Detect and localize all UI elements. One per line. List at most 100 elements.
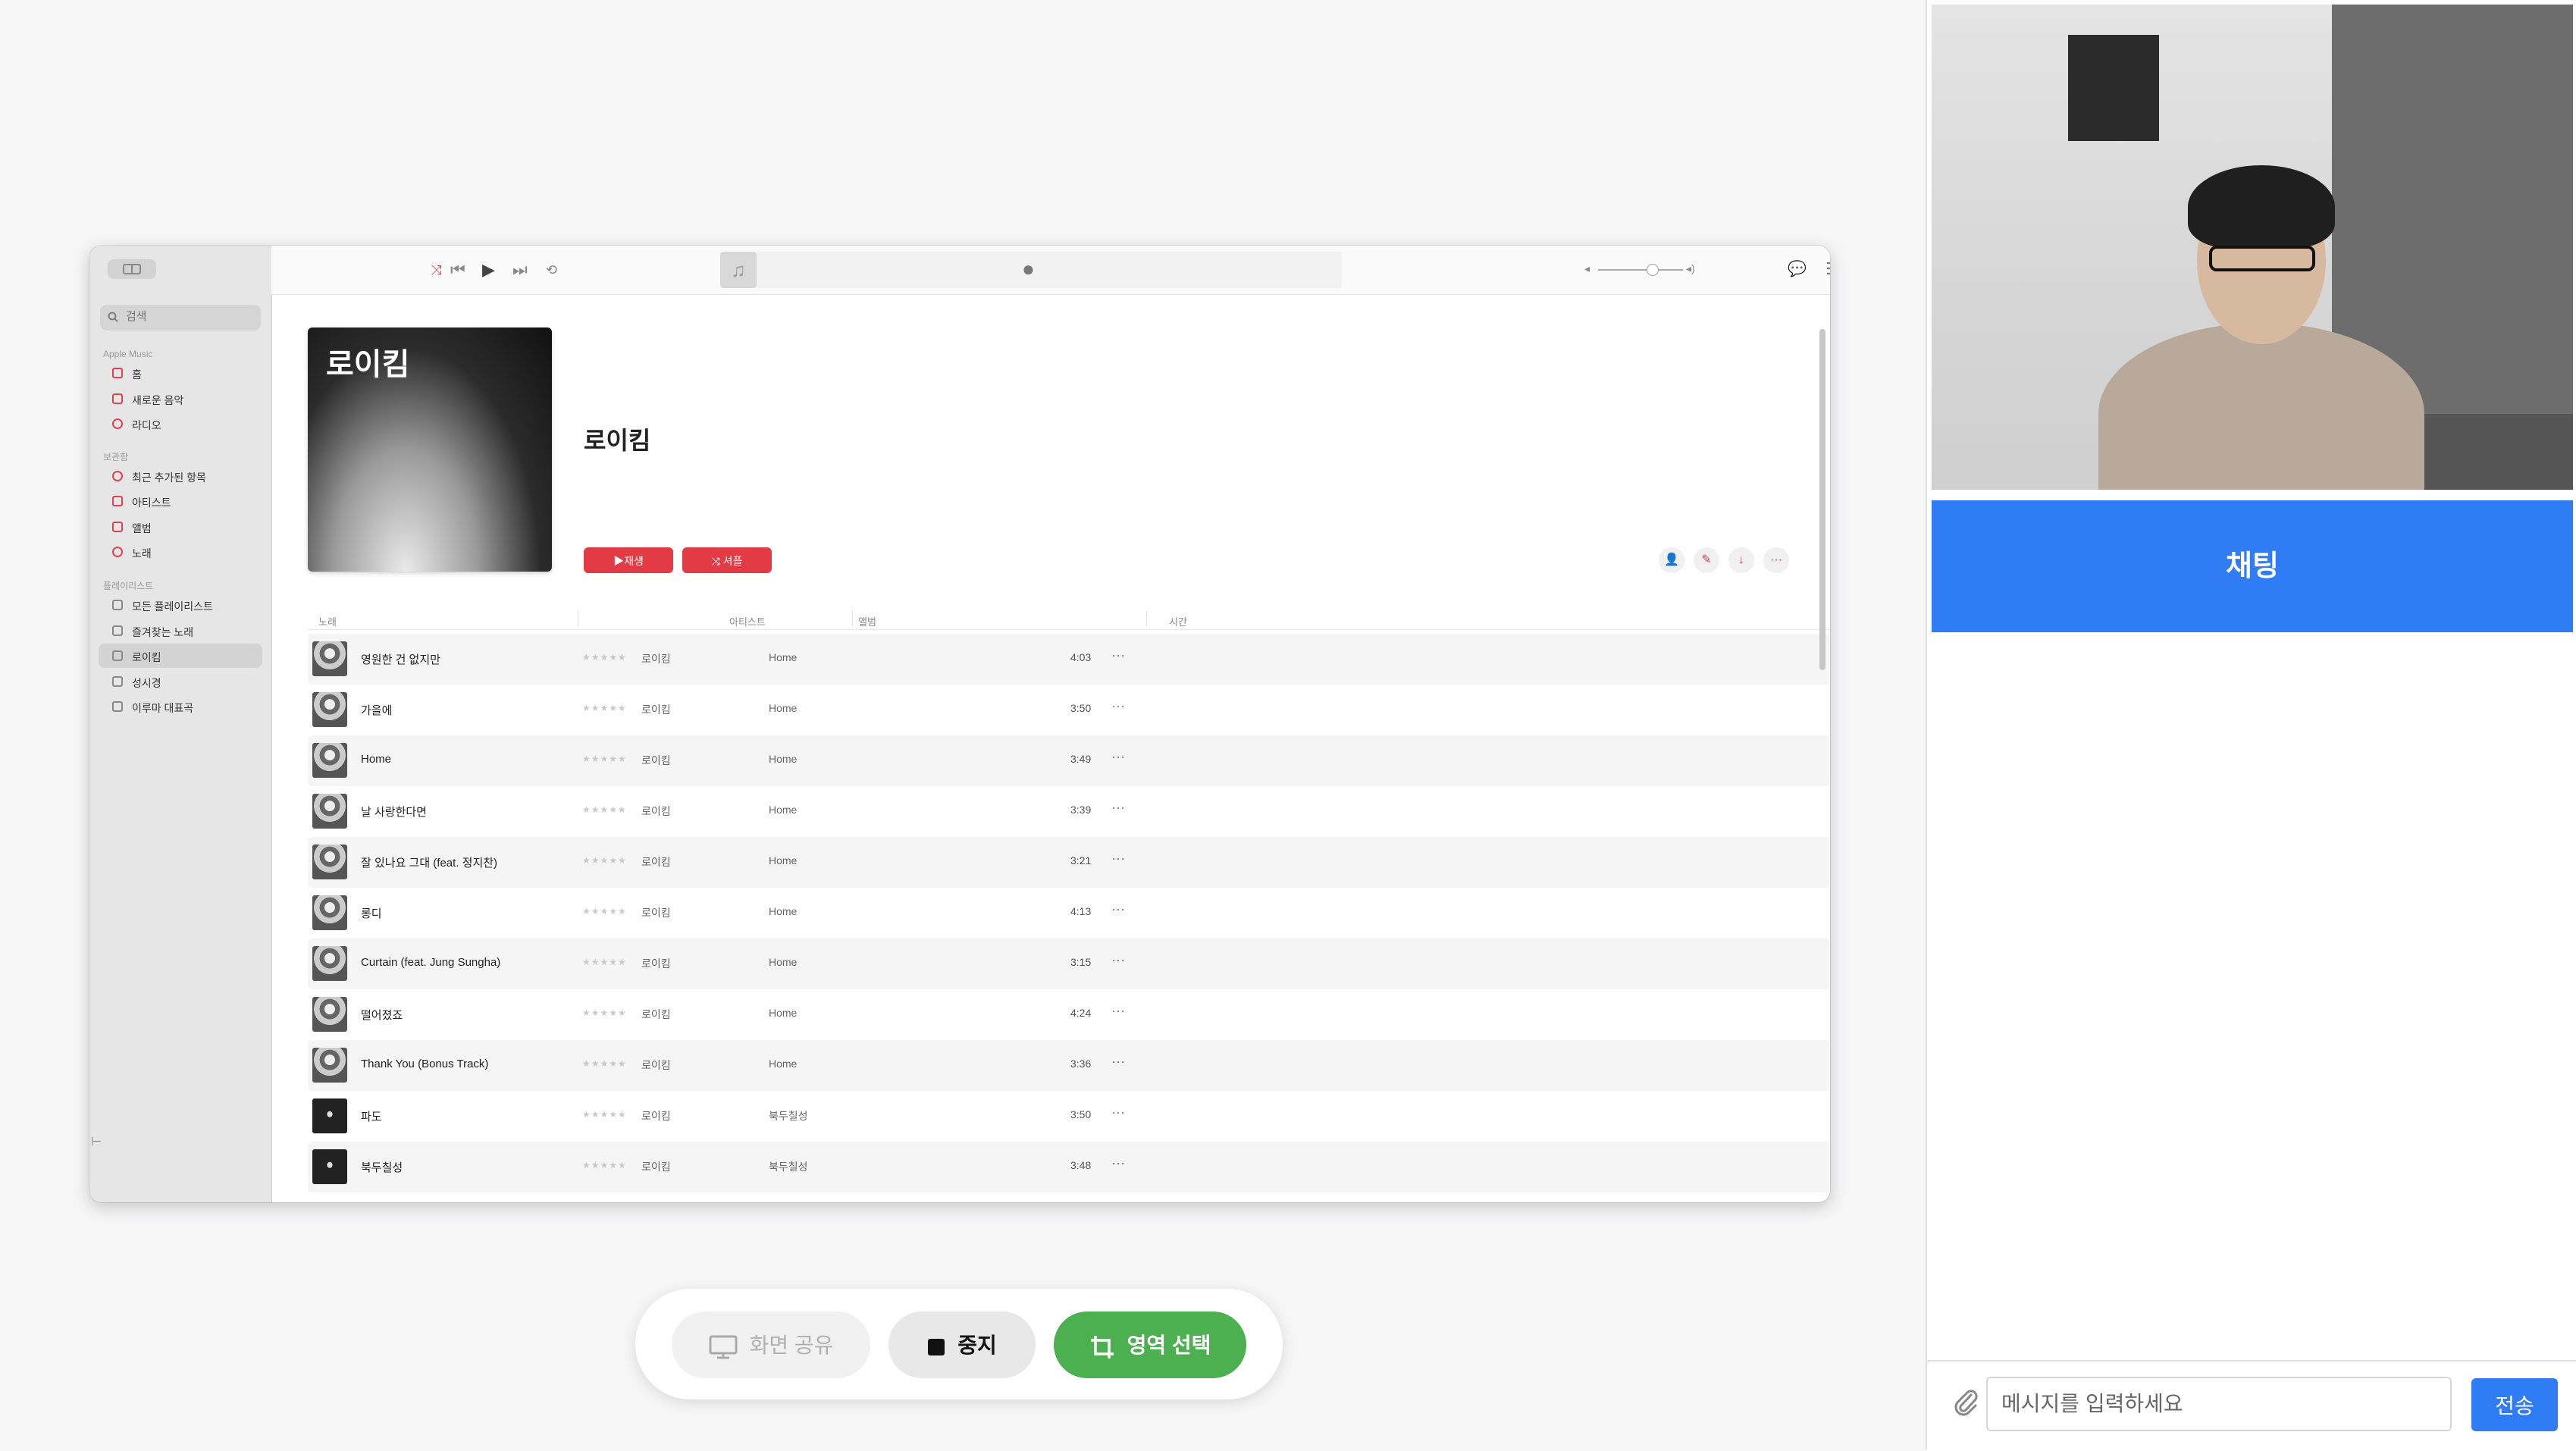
sidebar-item-radio[interactable]: 라디오 [99, 412, 262, 436]
download-icon[interactable]: ↓ [1728, 547, 1754, 573]
track-more-icon[interactable]: ··· [1111, 698, 1125, 714]
paperclip-icon[interactable] [1953, 1387, 1979, 1423]
previous-icon[interactable]: ⏮ [450, 261, 465, 279]
track-more-icon[interactable]: ··· [1111, 1155, 1125, 1171]
track-album: Home [769, 1007, 798, 1019]
track-more-icon[interactable]: ··· [1111, 800, 1125, 816]
track-row[interactable]: Thank You (Bonus Track) ★★★★★ 로이킴 Home 3:36 ·… [308, 1040, 1830, 1091]
track-more-icon[interactable]: ··· [1111, 1054, 1125, 1070]
track-more-icon[interactable]: ··· [1111, 1105, 1125, 1120]
track-row[interactable]: 롱디 ★★★★★ 로이킴 Home 4:13 ··· [308, 888, 1830, 939]
track-artist: 로이킴 [641, 754, 671, 766]
section-apple-music: Apple Music [103, 349, 153, 359]
add-collaborator-icon[interactable]: 👤 [1659, 547, 1684, 573]
queue-list-icon[interactable]: ☰ [1825, 259, 1830, 279]
edit-icon[interactable]: ✎ [1694, 547, 1719, 573]
track-artwork [312, 794, 347, 829]
track-more-icon[interactable]: ··· [1111, 952, 1125, 968]
track-artist: 로이킴 [641, 805, 671, 817]
track-rating[interactable]: ★★★★★ [582, 652, 627, 663]
track-more-icon[interactable]: ··· [1111, 749, 1125, 765]
track-rating[interactable]: ★★★★★ [582, 1109, 627, 1120]
track-artwork [312, 641, 347, 676]
sidebar-toggle-button[interactable] [108, 259, 156, 279]
track-row[interactable]: Home ★★★★★ 로이킴 Home 3:49 ··· [308, 735, 1830, 786]
column-header-album[interactable]: 앨범 [858, 614, 876, 628]
chat-messages[interactable] [1927, 632, 2576, 1360]
track-row[interactable]: 잘 있나요 그대 (feat. 정지찬) ★★★★★ 로이킴 Home 3:21 ··· [308, 837, 1830, 888]
stop-label: 중지 [957, 1333, 997, 1357]
track-row[interactable]: 영원한 건 없지만 ★★★★★ 로이킴 Home 4:03 ··· [308, 634, 1830, 685]
next-icon[interactable]: ⏭ [512, 261, 528, 279]
sidebar-item-recently-added[interactable]: 최근 추가된 항목 [99, 464, 262, 488]
track-rating[interactable]: ★★★★★ [582, 957, 627, 967]
sidebar-item-label: 홈 [132, 368, 142, 381]
track-rating[interactable]: ★★★★★ [582, 804, 627, 815]
collapse-handle-icon[interactable]: ⊢ [91, 1134, 102, 1149]
track-album: 북두칠성 [769, 1110, 808, 1122]
track-row[interactable]: 가을에 ★★★★★ 로이킴 Home 3:50 ··· [308, 685, 1830, 735]
track-row[interactable]: 파도 ★★★★★ 로이킴 북두칠성 3:50 ··· [308, 1091, 1830, 1142]
album-cover: 로이킴 [308, 327, 552, 572]
track-rating[interactable]: ★★★★★ [582, 1058, 627, 1069]
now-playing-artwork-icon: ♫ [720, 252, 757, 288]
stop-button[interactable]: 중지 [888, 1312, 1036, 1378]
play-icon[interactable]: ▶ [482, 261, 495, 279]
repeat-icon[interactable]: ⟲ [546, 261, 557, 279]
volume-knob[interactable] [1647, 264, 1659, 276]
track-rating[interactable]: ★★★★★ [582, 703, 627, 713]
sidebar-item-yiruma[interactable]: 이루마 대표곡 [99, 694, 262, 719]
track-rating[interactable]: ★★★★★ [582, 906, 627, 917]
column-header-artist[interactable]: 아티스트 [729, 614, 766, 628]
track-rating[interactable]: ★★★★★ [582, 1008, 627, 1018]
track-row[interactable]: 떨어졌죠 ★★★★★ 로이킴 Home 4:24 ··· [308, 989, 1830, 1040]
track-more-icon[interactable]: ··· [1111, 647, 1125, 663]
sidebar-item-new-music[interactable]: 새로운 음악 [99, 387, 262, 411]
send-button[interactable]: 전송 [2471, 1378, 2558, 1431]
track-row[interactable]: Curtain (feat. Jung Sungha) ★★★★★ 로이킴 Home 3… [308, 939, 1830, 989]
shuffle-icon[interactable]: ⤨ [431, 261, 441, 279]
volume-slider[interactable] [1598, 264, 1683, 276]
track-album: Home [769, 702, 798, 714]
main-content: ⤨ ⏮ ▶ ⏭ ⟲ ♫ ● ◂ ◂) 💬 ☰ ▾⌄ ⌕ 로이킴 로이킴 ▶재생 … [271, 246, 1830, 1202]
column-header-title[interactable]: 노래 [318, 614, 337, 628]
clock-icon [112, 471, 123, 481]
sidebar-item-songs[interactable]: 노래 [99, 540, 262, 564]
sidebar-search[interactable] [100, 305, 261, 331]
track-rating[interactable]: ★★★★★ [582, 855, 627, 866]
track-time: 4:03 [1070, 651, 1092, 663]
more-options-icon[interactable]: ··· [1763, 547, 1789, 573]
sidebar-item-sung-si-kyung[interactable]: 성시경 [99, 669, 262, 694]
chat-message-input[interactable] [1986, 1377, 2452, 1431]
track-more-icon[interactable]: ··· [1111, 851, 1125, 867]
track-title: 롱디 [361, 907, 382, 920]
sidebar-item-roykim[interactable]: 로이킴 [99, 644, 262, 668]
stop-icon [928, 1338, 945, 1355]
track-rating[interactable]: ★★★★★ [582, 1160, 627, 1171]
track-more-icon[interactable]: ··· [1111, 901, 1125, 917]
column-header-time[interactable]: 시간 [1169, 614, 1187, 628]
shuffle-button[interactable]: ⤨ 셔플 [682, 547, 772, 573]
home-icon [112, 368, 123, 378]
track-more-icon[interactable]: ··· [1111, 1003, 1125, 1019]
track-row[interactable]: 북두칠성 ★★★★★ 로이킴 북두칠성 3:48 ··· [308, 1142, 1830, 1192]
sidebar-search-input[interactable] [124, 309, 256, 324]
track-artwork [312, 845, 347, 879]
apple-logo-icon: ● [1022, 257, 1035, 280]
sidebar-item-albums[interactable]: 앨범 [99, 515, 262, 539]
share-screen-button[interactable]: 화면 공유 [672, 1312, 870, 1378]
content-scrollbar[interactable] [1819, 329, 1825, 670]
track-row[interactable]: 날 사랑한다면 ★★★★★ 로이킴 Home 3:39 ··· [308, 786, 1830, 837]
sidebar-item-home[interactable]: 홈 [99, 361, 262, 385]
play-button[interactable]: ▶재생 [584, 547, 673, 573]
select-region-button[interactable]: 영역 선택 [1054, 1312, 1246, 1378]
sidebar-item-all-playlists[interactable]: 모든 플레이리스트 [99, 593, 262, 617]
lyrics-icon[interactable]: 💬 [1788, 259, 1807, 278]
sidebar-item-favorites[interactable]: 즐겨찾는 노래 [99, 619, 262, 643]
track-album: Home [769, 956, 798, 968]
crop-icon [1090, 1335, 1114, 1359]
sidebar-item-artists[interactable]: 아티스트 [99, 489, 262, 513]
track-title: 잘 있나요 그대 (feat. 정지찬) [361, 857, 498, 870]
track-rating[interactable]: ★★★★★ [582, 754, 627, 764]
sidebar-item-label: 최근 추가된 항목 [132, 472, 206, 484]
